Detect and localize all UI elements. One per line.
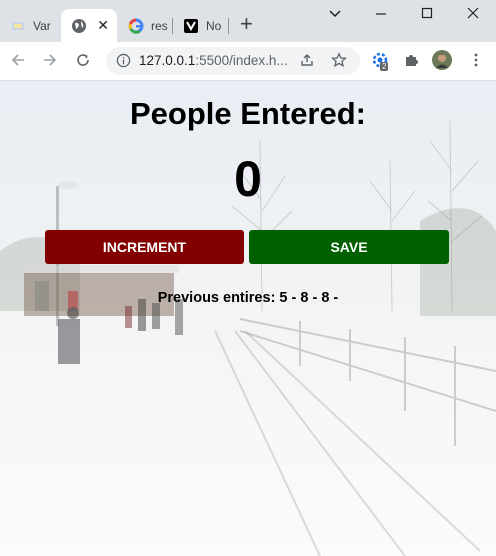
page-title: People Entered: (130, 96, 366, 131)
tab-favicon-icon (10, 18, 26, 34)
tab-notion[interactable]: No (173, 9, 227, 42)
new-tab-plus-icon[interactable]: + (240, 13, 253, 35)
people-count: 0 (234, 151, 262, 207)
previous-entries-text: Previous entires: 5 - 8 - 8 - (157, 290, 339, 306)
extensions-puzzle-icon[interactable] (401, 50, 421, 70)
tab-title: No (206, 18, 222, 33)
address-bar[interactable]: 127.0.0.1:5500/index.h... (106, 47, 360, 75)
reload-icon[interactable] (73, 50, 93, 70)
increment-button[interactable]: INCREMENT (45, 230, 244, 264)
share-icon[interactable] (297, 50, 317, 70)
url-path: :5500/index.h... (195, 53, 288, 68)
notion-icon (183, 18, 199, 34)
tab-var[interactable]: Var (0, 9, 60, 42)
browser-toolbar: 127.0.0.1:5500/index.h... 2 (0, 42, 496, 81)
tab-separator (228, 18, 229, 34)
page-viewport: People Entered: 0 INCREMENT SAVE Previou… (0, 81, 496, 556)
extension-badge: 2 (380, 62, 389, 71)
site-info-icon[interactable] (116, 53, 131, 73)
close-window-icon[interactable] (466, 6, 480, 24)
minimize-icon[interactable] (374, 6, 388, 24)
maximize-icon[interactable] (420, 6, 434, 24)
menu-kebab-icon[interactable] (466, 50, 486, 70)
google-icon (128, 18, 144, 34)
tab-active[interactable]: ✕ (61, 9, 117, 42)
tab-title: res (151, 18, 168, 33)
url-host: 127.0.0.1 (139, 53, 196, 68)
tab-google[interactable]: res (118, 9, 170, 42)
bookmark-star-icon[interactable] (329, 50, 349, 70)
close-tab-icon[interactable]: ✕ (97, 17, 109, 34)
save-button[interactable]: SAVE (249, 230, 449, 264)
tab-strip: Var ✕ res No + (0, 0, 496, 42)
globe-icon (71, 18, 87, 34)
forward-arrow-icon[interactable] (40, 50, 60, 70)
back-arrow-icon[interactable] (8, 50, 28, 70)
profile-avatar[interactable] (432, 50, 452, 70)
tab-title: Var (33, 18, 51, 33)
extension-gear-icon[interactable]: 2 (370, 50, 390, 71)
tab-search-chevron-icon[interactable] (328, 6, 342, 24)
url-text[interactable]: 127.0.0.1:5500/index.h... (139, 53, 288, 68)
